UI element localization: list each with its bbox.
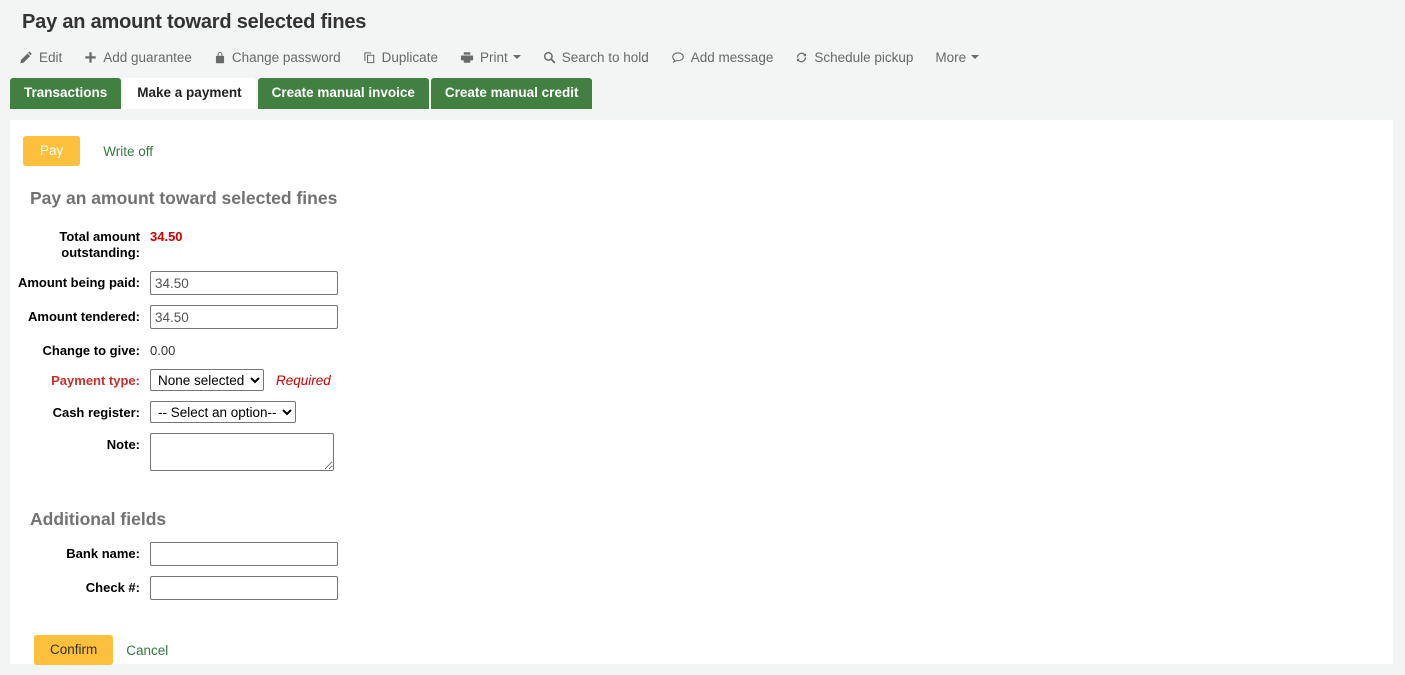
copy-icon xyxy=(363,51,376,64)
printer-icon xyxy=(460,51,474,64)
form-heading: Pay an amount toward selected fines xyxy=(30,188,338,208)
note-field xyxy=(150,433,334,471)
cancel-link[interactable]: Cancel xyxy=(126,643,168,658)
payment-type-label: Payment type: xyxy=(51,373,140,388)
total-outstanding-label: Total amount outstanding: xyxy=(59,229,140,260)
toolbar-duplicate-button[interactable]: Duplicate xyxy=(363,50,438,65)
toolbar-item-label: Print xyxy=(479,49,508,65)
payment-type-select[interactable]: None selected xyxy=(150,369,264,391)
payment-type-required-hint: Required xyxy=(276,372,331,388)
bank-name-label: Bank name: xyxy=(66,546,140,561)
payment-mode-switch: Pay Write off xyxy=(10,120,1393,166)
chevron-down-icon xyxy=(512,55,521,59)
toolbar-item-label: Duplicate xyxy=(381,49,438,65)
toolbar-more-button[interactable]: More xyxy=(935,49,980,65)
row-cash-register: Cash register: -- Select an option-- xyxy=(10,401,1393,423)
row-amount-being-paid: Amount being paid: xyxy=(10,271,1393,295)
comment-icon xyxy=(671,51,685,64)
search-icon xyxy=(543,51,556,64)
amount-being-paid-label: Amount being paid: xyxy=(17,275,140,290)
row-note: Note: xyxy=(10,433,1393,471)
change-to-give-value: 0.00 xyxy=(150,343,176,358)
additional-fields-section: Additional fields Bank name: Check #: xyxy=(10,471,1393,600)
row-total-outstanding: Total amount outstanding: 34.50 xyxy=(10,225,1393,261)
chevron-down-icon xyxy=(971,55,980,59)
toolbar-item-label: Search to hold xyxy=(561,49,649,65)
tab-create-manual-credit[interactable]: Create manual credit xyxy=(430,78,593,109)
note-textarea[interactable] xyxy=(150,433,334,471)
toolbar-schedule-pickup-button[interactable]: Schedule pickup xyxy=(795,50,913,65)
toolbar-change-password-button[interactable]: Change password xyxy=(214,50,341,65)
amount-tendered-field xyxy=(150,305,338,329)
amount-being-paid-input[interactable] xyxy=(150,271,338,295)
lock-icon xyxy=(214,51,226,64)
page-title: Pay an amount toward selected fines xyxy=(22,11,367,33)
total-outstanding-field: 34.50 xyxy=(150,225,183,245)
payment-form: Total amount outstanding: 34.50 Amount b… xyxy=(10,225,1393,471)
toolbar-item-label: More xyxy=(935,49,967,65)
amount-tendered-label: Amount tendered: xyxy=(28,309,140,324)
toolbar-search-to-hold-button[interactable]: Search to hold xyxy=(543,50,649,65)
refresh-icon xyxy=(795,51,808,64)
amount-tendered-input[interactable] xyxy=(150,305,338,329)
toolbar-add-message-button[interactable]: Add message xyxy=(671,49,774,65)
payment-type-field: None selected Required xyxy=(150,369,331,391)
payment-panel: Pay Write off Pay an amount toward selec… xyxy=(10,120,1393,665)
toolbar-item-label: Add guarantee xyxy=(103,49,192,65)
confirm-button[interactable]: Confirm xyxy=(34,635,114,665)
additional-fields-heading: Additional fields xyxy=(30,509,167,529)
row-payment-type: Payment type: None selected Required xyxy=(10,369,1393,391)
write-off-link[interactable]: Write off xyxy=(103,144,153,159)
amount-being-paid-field xyxy=(150,271,338,295)
row-change-to-give: Change to give: 0.00 xyxy=(10,339,1393,359)
tab-bar: Transactions Make a payment Create manua… xyxy=(0,78,1405,109)
change-to-give-label: Change to give: xyxy=(42,343,140,358)
bank-name-input[interactable] xyxy=(150,542,338,566)
tab-transactions[interactable]: Transactions xyxy=(10,78,122,109)
toolbar-edit-button[interactable]: Edit xyxy=(20,50,62,65)
row-check-number: Check #: xyxy=(10,576,1393,600)
pay-button[interactable]: Pay xyxy=(23,136,81,166)
check-number-label: Check #: xyxy=(85,580,140,595)
tab-make-a-payment[interactable]: Make a payment xyxy=(123,78,256,109)
form-actions: Confirm Cancel xyxy=(10,600,1393,665)
toolbar-item-label: Schedule pickup xyxy=(814,49,914,65)
toolbar-item-label: Edit xyxy=(39,49,63,65)
check-number-input[interactable] xyxy=(150,576,338,600)
action-toolbar: Edit Add guarantee Change password Dupli… xyxy=(0,36,1405,78)
change-to-give-field: 0.00 xyxy=(150,339,175,359)
row-bank-name: Bank name: xyxy=(10,542,1393,566)
note-label: Note: xyxy=(106,437,140,452)
tab-create-manual-invoice[interactable]: Create manual invoice xyxy=(257,78,429,109)
additional-fields-form: Bank name: Check #: xyxy=(10,542,1393,600)
bank-name-field xyxy=(150,542,338,566)
cash-register-field: -- Select an option-- xyxy=(150,401,296,423)
cash-register-label: Cash register: xyxy=(52,405,140,420)
toolbar-item-label: Add message xyxy=(690,49,774,65)
check-number-field xyxy=(150,576,338,600)
total-outstanding-value: 34.50 xyxy=(150,229,183,244)
pencil-icon xyxy=(20,51,33,64)
cash-register-select[interactable]: -- Select an option-- xyxy=(150,401,296,423)
toolbar-add-guarantee-button[interactable]: Add guarantee xyxy=(84,50,192,65)
row-amount-tendered: Amount tendered: xyxy=(10,305,1393,329)
toolbar-print-button[interactable]: Print xyxy=(460,50,521,65)
plus-icon xyxy=(84,51,97,64)
toolbar-item-label: Change password xyxy=(231,49,341,65)
